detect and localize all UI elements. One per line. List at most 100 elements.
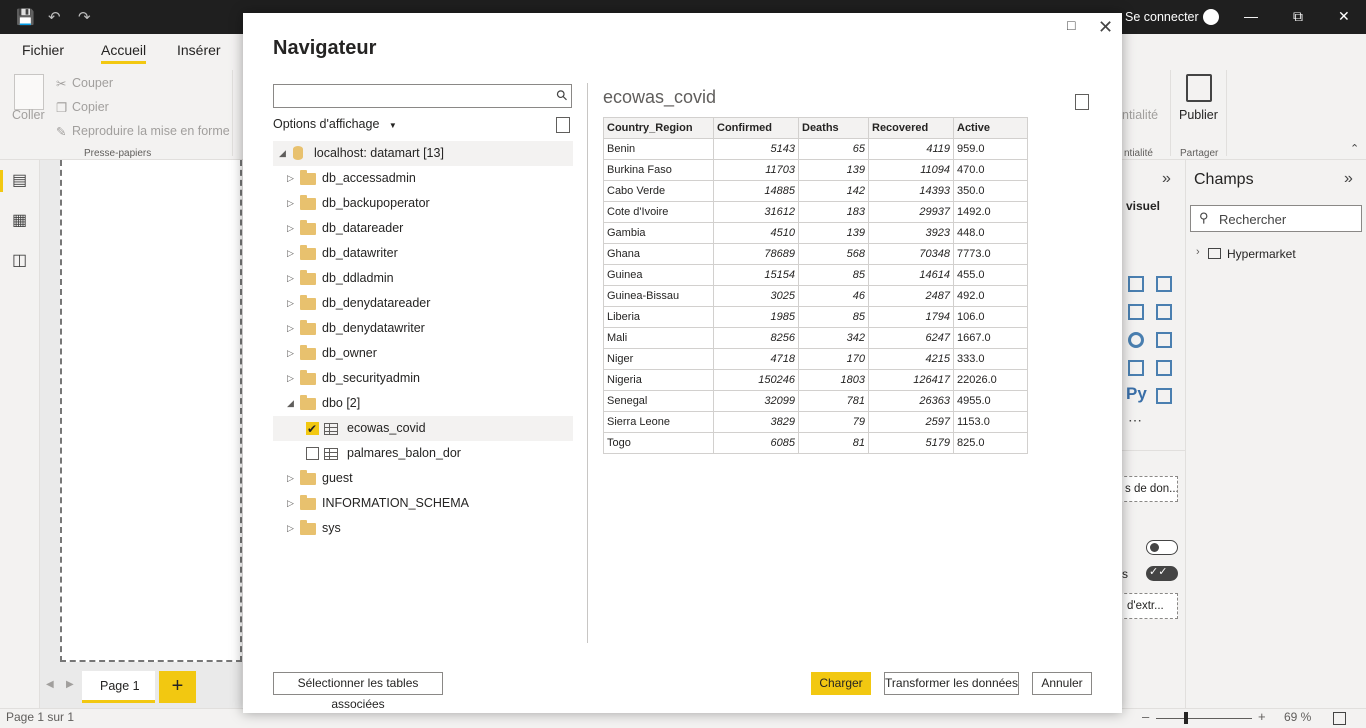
data-view-icon[interactable]: ▦ bbox=[12, 210, 27, 230]
caret-collapsed-icon[interactable]: ▷ bbox=[287, 291, 294, 316]
paste-icon[interactable] bbox=[14, 74, 44, 110]
zoom-slider-thumb[interactable] bbox=[1184, 712, 1188, 724]
visual-icon[interactable] bbox=[1156, 388, 1172, 404]
column-header[interactable]: Active bbox=[953, 117, 1028, 139]
caret-collapsed-icon[interactable]: ▷ bbox=[287, 491, 294, 516]
visual-icon[interactable] bbox=[1128, 360, 1144, 376]
column-header[interactable]: Confirmed bbox=[713, 117, 799, 139]
caret-expanded-icon[interactable]: ◢ bbox=[287, 391, 294, 416]
toggle-off[interactable] bbox=[1146, 540, 1178, 555]
maximize-icon[interactable]: □ bbox=[1067, 17, 1075, 33]
visual-icon[interactable] bbox=[1156, 360, 1172, 376]
avatar[interactable] bbox=[1203, 9, 1219, 25]
prev-page-icon[interactable]: ◀ bbox=[46, 679, 54, 690]
paste-button[interactable]: Coller bbox=[12, 108, 45, 122]
select-related-tables-button[interactable]: Sélectionner les tables associées bbox=[273, 672, 443, 711]
caret-collapsed-icon[interactable]: ▷ bbox=[287, 216, 294, 241]
visual-icon[interactable] bbox=[1128, 276, 1144, 292]
caret-collapsed-icon[interactable]: ▷ bbox=[287, 241, 294, 266]
collapse-ribbon-icon[interactable]: ⌃ bbox=[1350, 142, 1359, 155]
toggle-on[interactable]: ✓✓ bbox=[1146, 566, 1178, 581]
signin-link[interactable]: Se connecter bbox=[1125, 10, 1199, 24]
close-icon[interactable]: ✕ bbox=[1098, 17, 1113, 38]
refresh-doc-icon[interactable] bbox=[556, 117, 570, 133]
caret-collapsed-icon[interactable]: ▷ bbox=[287, 366, 294, 391]
tree-folder-item[interactable]: ▷ db_denydatareader bbox=[273, 291, 573, 316]
zoom-in-icon[interactable]: + bbox=[1258, 709, 1266, 724]
report-view-icon[interactable]: ▤ bbox=[12, 170, 27, 190]
publish-icon[interactable] bbox=[1186, 74, 1212, 102]
tree-folder-item[interactable]: ▷ db_datareader bbox=[273, 216, 573, 241]
caret-collapsed-icon[interactable]: ▷ bbox=[287, 466, 294, 491]
drill-data-button[interactable]: s de don... bbox=[1114, 476, 1178, 502]
cut-button[interactable]: Couper bbox=[72, 76, 113, 90]
page-tab[interactable]: Page 1 bbox=[82, 671, 155, 703]
caret-collapsed-icon[interactable]: ▷ bbox=[287, 266, 294, 291]
minimize-icon[interactable]: — bbox=[1244, 8, 1258, 24]
copy-button[interactable]: Copier bbox=[72, 100, 109, 114]
tree-root[interactable]: ◢ localhost: datamart [13] bbox=[273, 141, 573, 166]
refresh-preview-icon[interactable] bbox=[1075, 94, 1089, 110]
cancel-button[interactable]: Annuler bbox=[1032, 672, 1092, 695]
tree-folder-item[interactable]: ▷ db_datawriter bbox=[273, 241, 573, 266]
save-icon[interactable]: 💾 bbox=[16, 8, 35, 26]
zoom-out-icon[interactable]: – bbox=[1142, 709, 1149, 724]
next-page-icon[interactable]: ▶ bbox=[66, 679, 74, 690]
caret-collapsed-icon[interactable]: ▷ bbox=[287, 341, 294, 366]
restore-icon[interactable]: ⧉ bbox=[1293, 8, 1303, 25]
column-header[interactable]: Deaths bbox=[798, 117, 869, 139]
navigator-search-input[interactable]: ⚲ bbox=[273, 84, 572, 108]
fields-search-input[interactable]: ⚲ Rechercher bbox=[1190, 205, 1362, 232]
tab-inserer[interactable]: Insérer bbox=[177, 42, 221, 58]
tab-accueil[interactable]: Accueil bbox=[101, 42, 147, 64]
tree-folder-item[interactable]: ▷ guest bbox=[273, 466, 573, 491]
caret-expanded-icon[interactable]: ◢ bbox=[279, 141, 286, 166]
visual-icon[interactable] bbox=[1156, 332, 1172, 348]
field-table-hypermarket[interactable]: Hypermarket bbox=[1227, 247, 1296, 261]
chevron-right-icon[interactable]: › bbox=[1196, 246, 1200, 258]
caret-collapsed-icon[interactable]: ▷ bbox=[287, 191, 294, 216]
tree-folder-item[interactable]: ▷ db_denydatawriter bbox=[273, 316, 573, 341]
tree-folder-item[interactable]: ▷ db_backupoperator bbox=[273, 191, 573, 216]
visual-icon[interactable] bbox=[1156, 304, 1172, 320]
tree-folder-item[interactable]: ▷ db_owner bbox=[273, 341, 573, 366]
column-header[interactable]: Country_Region bbox=[603, 117, 714, 139]
load-button[interactable]: Charger bbox=[811, 672, 871, 695]
collapse-fields-icon[interactable]: » bbox=[1344, 170, 1353, 188]
drill-extract-button[interactable]: d'extr... bbox=[1114, 593, 1178, 619]
tree-folder-item[interactable]: ▷ INFORMATION_SCHEMA bbox=[273, 491, 573, 516]
tree-folder-item[interactable]: ▷ db_accessadmin bbox=[273, 166, 573, 191]
tree-folder-item[interactable]: ▷ db_securityadmin bbox=[273, 366, 573, 391]
undo-icon[interactable]: ↶ bbox=[48, 8, 61, 26]
donut-chart-icon[interactable] bbox=[1128, 332, 1144, 348]
caret-collapsed-icon[interactable]: ▷ bbox=[287, 166, 294, 191]
format-painter-button[interactable]: Reproduire la mise en forme bbox=[72, 124, 230, 138]
visual-icon[interactable] bbox=[1156, 276, 1172, 292]
python-visual-icon[interactable]: Py bbox=[1126, 384, 1147, 404]
report-page[interactable] bbox=[60, 160, 242, 662]
fit-to-page-icon[interactable] bbox=[1333, 712, 1346, 725]
checkbox-unchecked[interactable] bbox=[306, 447, 319, 460]
tree-table-item[interactable]: ecowas_covid bbox=[273, 416, 573, 442]
visual-icon[interactable] bbox=[1128, 304, 1144, 320]
tab-fichier[interactable]: Fichier bbox=[22, 42, 64, 58]
column-header[interactable]: Recovered bbox=[868, 117, 954, 139]
display-options-dropdown[interactable]: Options d'affichage ▼ bbox=[273, 117, 397, 131]
tree-folder-item[interactable]: ◢ dbo [2] bbox=[273, 391, 573, 416]
caret-collapsed-icon[interactable]: ▷ bbox=[287, 516, 294, 541]
tree-folder-item[interactable]: ▷ sys bbox=[273, 516, 573, 541]
add-page-button[interactable]: + bbox=[159, 671, 196, 703]
close-window-icon[interactable]: ✕ bbox=[1338, 8, 1350, 25]
model-view-icon[interactable]: ◫ bbox=[12, 250, 27, 270]
more-visuals-icon[interactable]: ⋯ bbox=[1128, 412, 1142, 429]
tree-table-item[interactable]: palmares_balon_dor bbox=[273, 441, 573, 466]
checkbox-checked[interactable] bbox=[306, 417, 319, 442]
expand-visuals-icon[interactable]: » bbox=[1162, 170, 1171, 188]
zoom-slider-track[interactable] bbox=[1156, 718, 1252, 719]
caret-collapsed-icon[interactable]: ▷ bbox=[287, 316, 294, 341]
publish-button[interactable]: Publier bbox=[1179, 108, 1218, 122]
redo-icon[interactable]: ↷ bbox=[78, 8, 91, 26]
transform-data-button[interactable]: Transformer les données bbox=[884, 672, 1019, 695]
tree-folder-item[interactable]: ▷ db_ddladmin bbox=[273, 266, 573, 291]
sensitivity-button[interactable]: ntialité bbox=[1122, 108, 1158, 122]
